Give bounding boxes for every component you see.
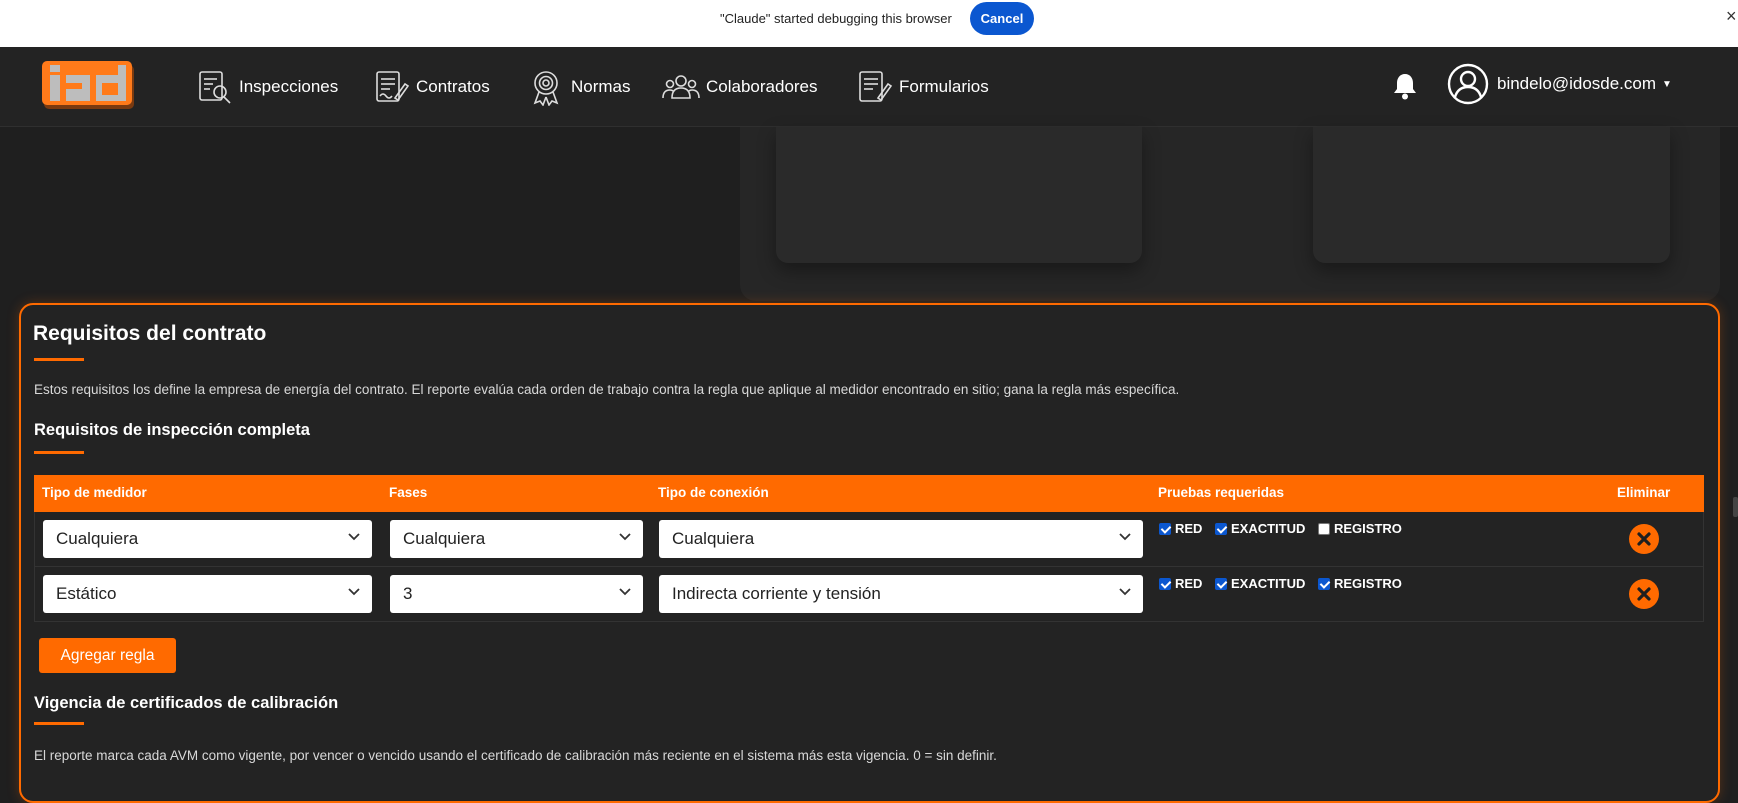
upper-card [1313, 127, 1670, 263]
title-underline [34, 358, 84, 361]
test-registro-checkbox[interactable]: REGISTRO [1318, 576, 1402, 591]
test-red-checkbox[interactable]: RED [1159, 521, 1202, 536]
add-rule-button[interactable]: Agregar regla [39, 638, 176, 673]
table-row: Estático 3 Indirecta corriente y tensión… [34, 567, 1704, 622]
upper-card [776, 127, 1142, 263]
checkbox-label: RED [1175, 576, 1203, 591]
chevron-down-icon [1119, 533, 1131, 541]
inspection-icon [199, 71, 231, 104]
chevron-down-icon [1119, 588, 1131, 596]
chevron-down-icon [348, 588, 360, 596]
user-avatar-icon [1447, 63, 1489, 105]
checkbox-checked[interactable] [1215, 577, 1227, 590]
debug-banner: "Claude" started debugging this browser … [0, 0, 1738, 47]
award-icon [533, 71, 559, 106]
select-value: Indirecta corriente y tensión [672, 584, 881, 603]
calibration-description: El reporte marca cada AVM como vigente, … [34, 748, 997, 763]
checkbox-checked[interactable] [1159, 522, 1171, 535]
connection-select[interactable]: Cualquiera [659, 520, 1143, 558]
requirements-title: Requisitos del contrato [33, 322, 267, 345]
debug-message: "Claude" started debugging this browser [720, 11, 952, 26]
nav-label: Contratos [416, 77, 490, 96]
checkbox-checked[interactable] [1159, 577, 1171, 590]
test-exactitud-checkbox[interactable]: EXACTITUD [1215, 576, 1305, 591]
phases-select[interactable]: 3 [390, 575, 643, 613]
close-icon[interactable]: × [1726, 6, 1737, 27]
checkbox-checked[interactable] [1318, 577, 1330, 590]
checkbox-label: REGISTRO [1334, 521, 1402, 536]
iad-logo[interactable] [42, 61, 138, 111]
bell-icon[interactable] [1392, 72, 1418, 100]
section-underline [34, 722, 84, 725]
checkbox-checked[interactable] [1215, 522, 1227, 535]
calibration-section-title: Vigencia de certificados de calibración [34, 694, 339, 712]
phases-select[interactable]: Cualquiera [390, 520, 643, 558]
delete-rule-button[interactable] [1629, 524, 1659, 554]
select-value: Cualquiera [672, 529, 755, 548]
chevron-down-icon [619, 533, 631, 541]
section-underline [34, 451, 84, 454]
test-exactitud-checkbox[interactable]: EXACTITUD [1215, 521, 1305, 536]
nav-label: Normas [571, 77, 631, 96]
col-phases: Fases [389, 485, 428, 500]
close-icon [1637, 587, 1651, 601]
contract-icon [376, 71, 410, 102]
select-value: Cualquiera [56, 529, 139, 548]
col-meter-type: Tipo de medidor [42, 485, 147, 500]
top-navbar: Inspecciones Contratos Normas Colaborado… [0, 47, 1738, 127]
scroll-handle[interactable] [1733, 497, 1738, 517]
meter-type-select[interactable]: Cualquiera [43, 520, 372, 558]
checkbox-unchecked[interactable] [1318, 522, 1330, 535]
nav-contratos[interactable]: Contratos [372, 47, 490, 127]
chevron-down-icon: ▼ [1662, 78, 1672, 90]
close-icon [1637, 532, 1651, 546]
requirements-description: Estos requisitos los define la empresa d… [34, 382, 1180, 397]
nav-label: Inspecciones [239, 77, 339, 96]
nav-formularios[interactable]: Formularios [855, 47, 989, 127]
col-tests: Pruebas requeridas [1158, 485, 1285, 500]
nav-inspecciones[interactable]: Inspecciones [195, 47, 338, 127]
col-delete: Eliminar [1617, 485, 1671, 500]
meter-type-select[interactable]: Estático [43, 575, 372, 613]
nav-normas[interactable]: Normas [527, 47, 631, 127]
form-icon [859, 71, 893, 102]
nav-label: Colaboradores [706, 77, 818, 96]
chevron-down-icon [348, 533, 360, 541]
nav-label: Formularios [899, 77, 989, 96]
select-value: Estático [56, 584, 117, 603]
user-menu[interactable]: bindelo@idosde.com ▼ [1447, 63, 1672, 105]
checkbox-label: RED [1175, 521, 1203, 536]
delete-rule-button[interactable] [1629, 579, 1659, 609]
select-value: 3 [403, 584, 413, 603]
test-red-checkbox[interactable]: RED [1159, 576, 1202, 591]
people-icon [662, 75, 700, 99]
table-row: Cualquiera Cualquiera Cualquiera RED EXA… [34, 512, 1704, 567]
nav-colaboradores[interactable]: Colaboradores [662, 47, 818, 127]
user-email: bindelo@idosde.com [1497, 74, 1657, 93]
checkbox-label: EXACTITUD [1231, 521, 1306, 536]
checkbox-label: REGISTRO [1334, 576, 1402, 591]
rules-table-header: Tipo de medidor Fases Tipo de conexión P… [34, 475, 1704, 512]
test-registro-checkbox[interactable]: REGISTRO [1318, 521, 1402, 536]
col-connection: Tipo de conexión [658, 485, 769, 500]
select-value: Cualquiera [403, 529, 486, 548]
cancel-debug-button[interactable]: Cancel [970, 2, 1034, 35]
checkbox-label: EXACTITUD [1231, 576, 1306, 591]
chevron-down-icon [619, 588, 631, 596]
inspection-section-title: Requisitos de inspección completa [34, 421, 310, 439]
connection-select[interactable]: Indirecta corriente y tensión [659, 575, 1143, 613]
